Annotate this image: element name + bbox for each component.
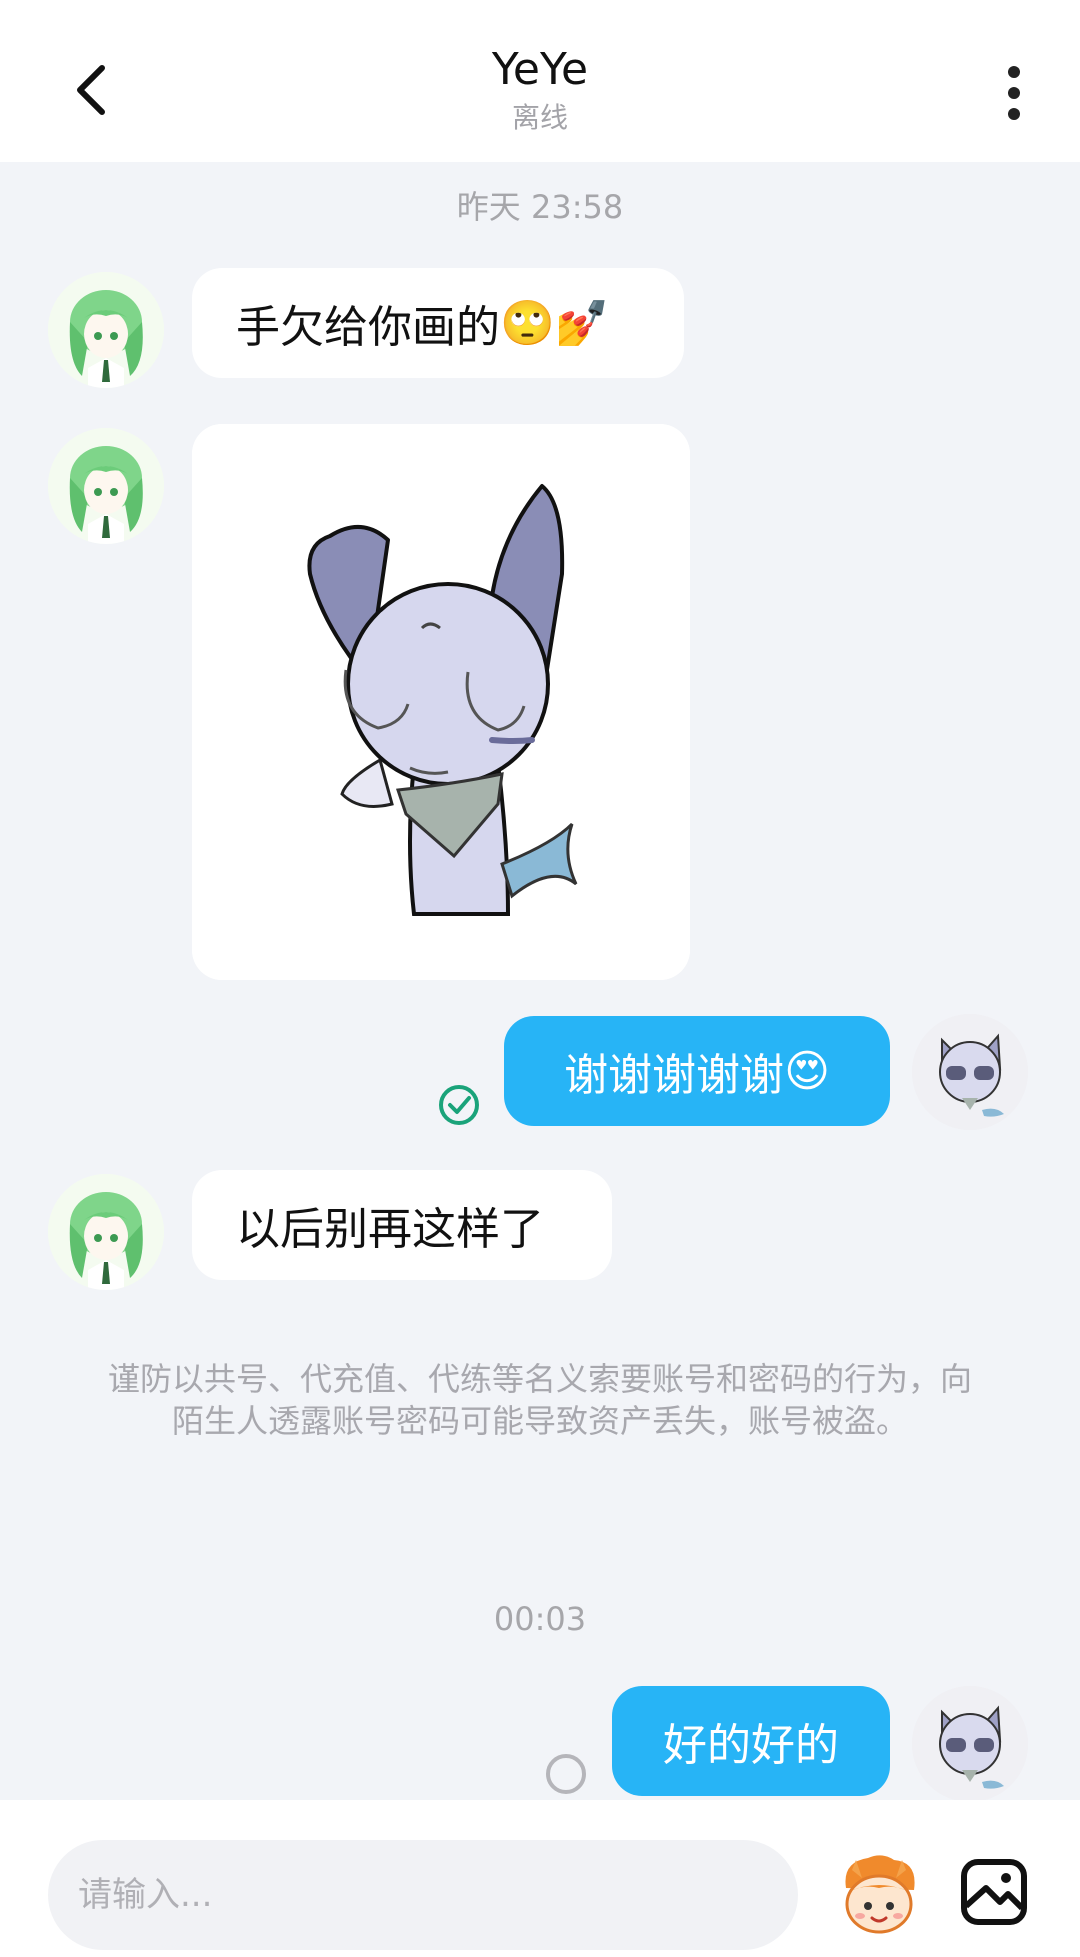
contact-name: YeYe xyxy=(491,44,589,95)
avatar-image xyxy=(48,1174,164,1290)
cat-drawing-image xyxy=(192,424,690,980)
image-button[interactable] xyxy=(958,1856,1030,1928)
message-text: 手欠给你画的 xyxy=(236,302,500,353)
avatar-image xyxy=(48,428,164,544)
more-dot xyxy=(1008,108,1020,120)
message-bubble-incoming[interactable]: 手欠给你画的 🙄💅 xyxy=(192,268,684,378)
contact-avatar[interactable] xyxy=(48,428,164,544)
more-dot xyxy=(1008,87,1020,99)
contact-avatar[interactable] xyxy=(48,1174,164,1290)
pending-circle-icon xyxy=(544,1752,588,1800)
message-bubble-outgoing[interactable]: 谢谢谢谢谢 😍 xyxy=(504,1016,890,1126)
contact-avatar[interactable] xyxy=(48,272,164,388)
message-text: 谢谢谢谢谢 xyxy=(564,1050,785,1101)
title-block: YeYe 离线 xyxy=(0,42,1080,136)
message-emoji: 😍 xyxy=(784,1045,830,1097)
more-dot xyxy=(1008,66,1020,78)
my-avatar[interactable] xyxy=(912,1014,1028,1130)
contact-status: 离线 xyxy=(511,101,568,134)
message-bubble-outgoing[interactable]: 好的好的 xyxy=(612,1686,890,1796)
image-icon xyxy=(961,1859,1027,1925)
chat-header: YeYe 离线 xyxy=(0,0,1080,162)
timestamp: 00:03 xyxy=(493,1600,587,1638)
my-avatar[interactable] xyxy=(912,1686,1028,1802)
message-emoji: 🙄💅 xyxy=(500,298,610,349)
message-input[interactable] xyxy=(48,1840,798,1950)
message-text: 好的好的 xyxy=(663,1720,839,1771)
message-bubble-incoming[interactable]: 以后别再这样了 xyxy=(192,1170,612,1280)
emoji-face-icon xyxy=(845,1855,915,1934)
avatar-image xyxy=(912,1686,1028,1802)
avatar-image xyxy=(912,1014,1028,1130)
emoji-button[interactable] xyxy=(832,1848,926,1942)
image-message[interactable] xyxy=(192,424,690,980)
avatar-image xyxy=(48,272,164,388)
message-text: 以后别再这样了 xyxy=(236,1204,544,1255)
read-check-icon xyxy=(438,1084,480,1130)
timestamp: 昨天 23:58 xyxy=(456,188,624,226)
input-bar xyxy=(0,1800,1080,1957)
security-notice: 谨防以共号、代充值、代练等名义索要账号和密码的行为，向陌生人透露账号密码可能导致… xyxy=(107,1360,972,1440)
more-options-button[interactable] xyxy=(984,58,1044,128)
